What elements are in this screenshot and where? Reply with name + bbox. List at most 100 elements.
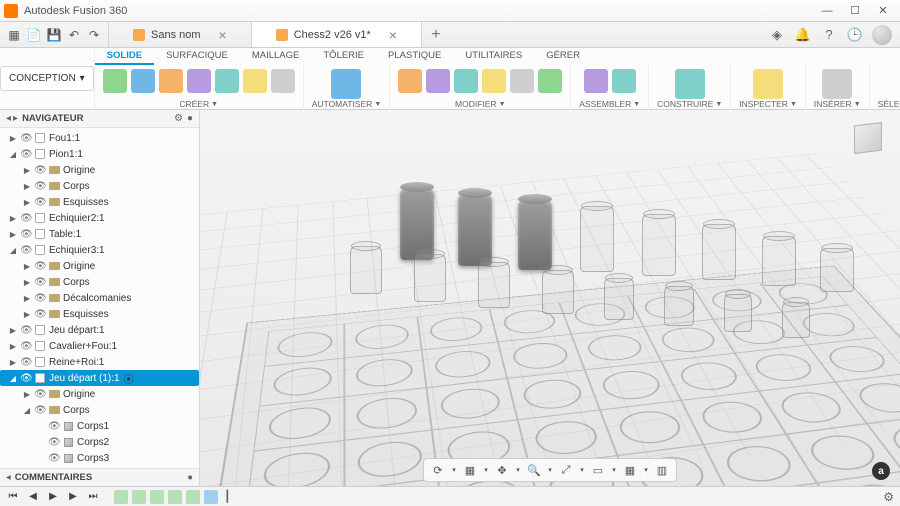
chess-piece-ghost[interactable] xyxy=(414,254,446,302)
ribbon-tab[interactable]: TÔLERIE xyxy=(311,48,376,65)
visibility-icon[interactable]: 👁 xyxy=(20,357,32,368)
expand-icon[interactable]: ▶ xyxy=(22,310,32,319)
visibility-icon[interactable]: 👁 xyxy=(48,453,60,464)
visibility-icon[interactable]: 👁 xyxy=(20,149,32,160)
ribbon-tool-icon[interactable] xyxy=(612,69,636,93)
ribbon-tab[interactable]: GÉRER xyxy=(534,48,592,65)
user-avatar[interactable] xyxy=(872,25,892,45)
ribbon-group-label[interactable]: INSÉRER ▼ xyxy=(814,99,861,110)
expand-icon[interactable]: ▶ xyxy=(8,134,18,143)
ribbon-tool-icon[interactable] xyxy=(398,69,422,93)
tree-row[interactable]: 👁Corps2 xyxy=(0,434,199,450)
chess-piece-ghost[interactable] xyxy=(702,224,736,280)
visibility-icon[interactable]: 👁 xyxy=(48,437,60,448)
notification-icon[interactable]: 🔔 xyxy=(794,26,812,44)
timeline-next-button[interactable]: ▶ xyxy=(66,490,80,504)
timeline-features[interactable]: ┃ xyxy=(114,490,231,504)
chess-piece-ghost[interactable] xyxy=(604,278,634,320)
timeline-feature-icon[interactable] xyxy=(132,490,146,504)
visibility-icon[interactable]: 👁 xyxy=(34,309,46,320)
browser-pin-icon[interactable]: ● xyxy=(187,113,193,124)
dropdown-icon[interactable]: ▾ xyxy=(450,461,458,479)
chess-piece-ghost[interactable] xyxy=(350,246,382,294)
visibility-icon[interactable]: 👁 xyxy=(20,373,32,384)
collapse-left-icon[interactable]: ◂ xyxy=(6,113,11,124)
tree-row[interactable]: 👁Corps3 xyxy=(0,450,199,466)
ribbon-tool-icon[interactable] xyxy=(675,69,705,99)
orbit-icon[interactable]: ⟳ xyxy=(428,461,448,479)
visibility-icon[interactable]: 👁 xyxy=(34,197,46,208)
ribbon-tool-icon[interactable] xyxy=(538,69,562,93)
tree-row[interactable]: ▶👁Echiquier2:1 xyxy=(0,210,199,226)
ribbon-tool-icon[interactable] xyxy=(243,69,267,93)
dropdown-icon[interactable]: ▾ xyxy=(610,461,618,479)
timeline-feature-icon[interactable] xyxy=(186,490,200,504)
visibility-icon[interactable]: 👁 xyxy=(20,341,32,352)
visibility-icon[interactable]: 👁 xyxy=(34,277,46,288)
ribbon-group-label[interactable]: INSPECTER ▼ xyxy=(739,99,797,110)
tree-row[interactable]: ▶👁Esquisses xyxy=(0,306,199,322)
chess-piece-ghost[interactable] xyxy=(782,302,810,338)
ribbon-tool-icon[interactable] xyxy=(822,69,852,99)
tree-row[interactable]: ▶👁Jeu départ:1 xyxy=(0,322,199,338)
chess-piece-ghost[interactable] xyxy=(478,262,510,308)
tree-row[interactable]: ▶👁Origine xyxy=(0,258,199,274)
view-cube[interactable] xyxy=(848,118,888,158)
timeline-marker[interactable]: ┃ xyxy=(224,490,231,504)
chess-piece-ghost[interactable] xyxy=(664,286,694,326)
tree-row[interactable]: ◢👁Corps xyxy=(0,402,199,418)
ribbon-tool-icon[interactable] xyxy=(131,69,155,93)
collapse-left-icon[interactable]: ◂ xyxy=(6,472,11,483)
tree-row[interactable]: ▶👁Fou1:1 xyxy=(0,130,199,146)
expand-icon[interactable]: ▶ xyxy=(22,294,32,303)
visibility-icon[interactable]: 👁 xyxy=(20,229,32,240)
ribbon-tool-icon[interactable] xyxy=(584,69,608,93)
tree-row[interactable]: ▶👁Corps xyxy=(0,274,199,290)
visibility-icon[interactable]: 👁 xyxy=(34,405,46,416)
ribbon-tool-icon[interactable] xyxy=(753,69,783,99)
chess-piece-ghost[interactable] xyxy=(820,248,854,292)
ribbon-tab[interactable]: PLASTIQUE xyxy=(376,48,453,65)
layout-icon[interactable]: ▥ xyxy=(652,461,672,479)
chess-piece-ghost[interactable] xyxy=(580,206,614,272)
chess-piece-ghost[interactable] xyxy=(762,236,796,286)
pan-icon[interactable]: ✥ xyxy=(492,461,512,479)
expand-icon[interactable]: ▶ xyxy=(22,278,32,287)
close-button[interactable]: ✕ xyxy=(870,2,896,20)
file-menu-icon[interactable]: 📄 xyxy=(26,27,42,43)
timeline-feature-icon[interactable] xyxy=(114,490,128,504)
browser-tree[interactable]: ▶👁Fou1:1◢👁Pion1:1▶👁Origine▶👁Corps▶👁Esqui… xyxy=(0,128,199,468)
tree-row[interactable]: 👁Corps1 xyxy=(0,418,199,434)
visibility-icon[interactable]: 👁 xyxy=(34,293,46,304)
ribbon-tab[interactable]: MAILLAGE xyxy=(240,48,312,65)
expand-icon[interactable]: ▶ xyxy=(8,342,18,351)
tree-row[interactable]: ▶👁Origine xyxy=(0,386,199,402)
ribbon-tab[interactable]: SOLIDE xyxy=(95,48,154,65)
ribbon-group-label[interactable]: AUTOMATISER ▼ xyxy=(312,99,382,110)
expand-icon[interactable]: ▶ xyxy=(8,326,18,335)
tree-row[interactable]: ▶👁Table:1 xyxy=(0,226,199,242)
timeline-feature-icon[interactable] xyxy=(204,490,218,504)
ribbon-tool-icon[interactable] xyxy=(271,69,295,93)
extension-icon[interactable]: ◈ xyxy=(768,26,786,44)
expand-icon[interactable]: ◢ xyxy=(8,374,18,383)
expand-icon[interactable]: ◢ xyxy=(8,150,18,159)
fit-icon[interactable]: ⤢ xyxy=(556,461,576,479)
ribbon-tool-icon[interactable] xyxy=(159,69,183,93)
visibility-icon[interactable]: 👁 xyxy=(34,181,46,192)
tree-row[interactable]: ▶👁Reine+Roi:1 xyxy=(0,354,199,370)
dropdown-icon[interactable]: ▾ xyxy=(482,461,490,479)
ribbon-tab[interactable]: SURFACIQUE xyxy=(154,48,240,65)
visibility-icon[interactable]: 👁 xyxy=(34,165,46,176)
new-tab-button[interactable]: + xyxy=(422,22,450,47)
timeline-feature-icon[interactable] xyxy=(150,490,164,504)
dropdown-icon[interactable]: ▾ xyxy=(578,461,586,479)
tab-chess2[interactable]: Chess2 v26 v1* × xyxy=(252,22,422,47)
undo-icon[interactable]: ↶ xyxy=(66,27,82,43)
tree-row[interactable]: ◢👁Jeu départ (1):1 ⦿ xyxy=(0,370,199,386)
visibility-icon[interactable]: 👁 xyxy=(20,133,32,144)
timeline-prev-button[interactable]: ◀ xyxy=(26,490,40,504)
expand-icon[interactable]: ◢ xyxy=(22,406,32,415)
maximize-button[interactable]: ☐ xyxy=(842,2,868,20)
data-panel-icon[interactable]: ▦ xyxy=(6,27,22,43)
